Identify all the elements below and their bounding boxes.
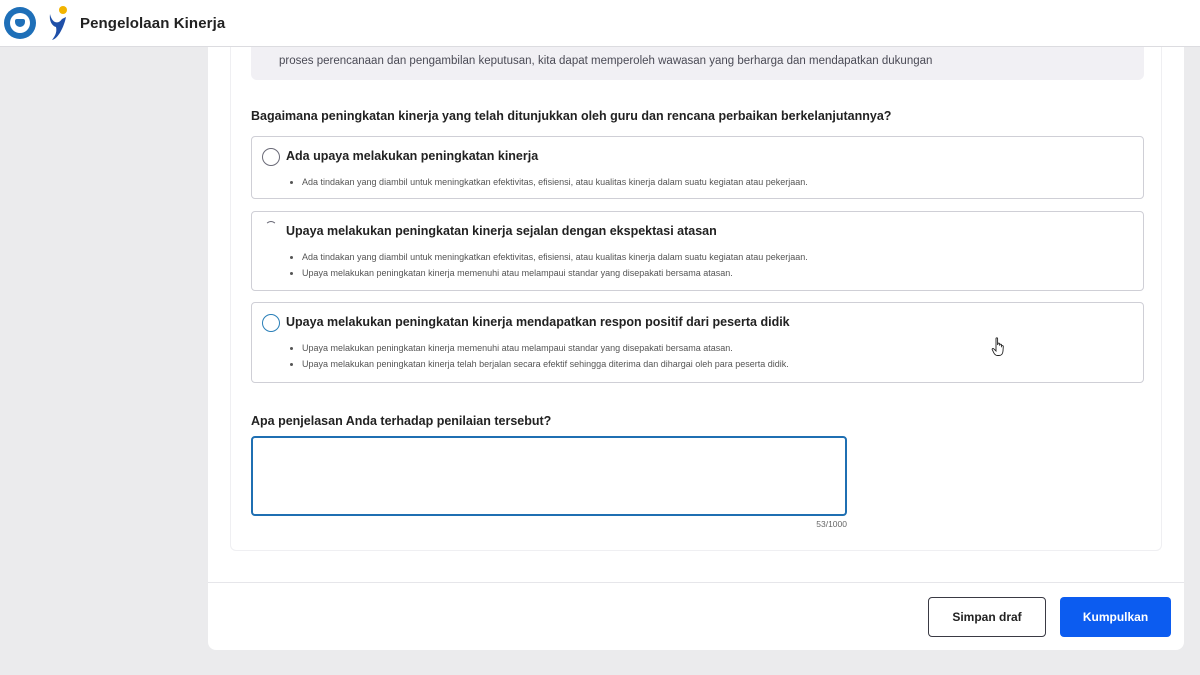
question-label: Bagaimana peningkatan kinerja yang telah… bbox=[251, 109, 892, 123]
hand-cursor-icon bbox=[991, 337, 1004, 356]
option-2[interactable]: Upaya melakukan peningkatan kinerja seja… bbox=[251, 211, 1144, 291]
option-bullet: Upaya melakukan peningkatan kinerja tela… bbox=[302, 356, 789, 372]
option-title: Ada upaya melakukan peningkatan kinerja bbox=[286, 149, 539, 163]
option-bullet: Ada tindakan yang diambil untuk meningka… bbox=[302, 249, 808, 265]
radio-button[interactable] bbox=[265, 221, 277, 233]
radio-button[interactable] bbox=[262, 314, 280, 332]
save-draft-button[interactable]: Simpan draf bbox=[928, 597, 1046, 637]
question-card: proses perencanaan dan pengambilan keput… bbox=[230, 47, 1162, 551]
option-bullet: Ada tindakan yang diambil untuk meningka… bbox=[302, 174, 808, 190]
option-bullet: Upaya melakukan peningkatan kinerja meme… bbox=[302, 340, 789, 356]
option-bullets: Ada tindakan yang diambil untuk meningka… bbox=[302, 174, 808, 190]
top-bar: Pengelolaan Kinerja bbox=[0, 0, 1200, 47]
option-title: Upaya melakukan peningkatan kinerja mend… bbox=[286, 315, 790, 329]
merdeka-mengajar-logo-icon bbox=[49, 6, 67, 40]
info-box: proses perencanaan dan pengambilan keput… bbox=[251, 47, 1144, 80]
explanation-textarea[interactable] bbox=[251, 436, 847, 516]
info-text: proses perencanaan dan pengambilan keput… bbox=[279, 55, 933, 67]
option-1[interactable]: Ada upaya melakukan peningkatan kinerja … bbox=[251, 136, 1144, 199]
kemendikbud-emblem-icon bbox=[4, 7, 36, 39]
option-title: Upaya melakukan peningkatan kinerja seja… bbox=[286, 224, 717, 238]
option-bullets: Ada tindakan yang diambil untuk meningka… bbox=[302, 249, 808, 281]
option-bullet: Upaya melakukan peningkatan kinerja meme… bbox=[302, 265, 808, 281]
option-bullets: Upaya melakukan peningkatan kinerja meme… bbox=[302, 340, 789, 372]
option-3[interactable]: Upaya melakukan peningkatan kinerja mend… bbox=[251, 302, 1144, 383]
main-panel: proses perencanaan dan pengambilan keput… bbox=[208, 47, 1184, 650]
character-counter: 53/1000 bbox=[816, 519, 847, 529]
submit-button[interactable]: Kumpulkan bbox=[1060, 597, 1171, 637]
radio-button[interactable] bbox=[262, 148, 280, 166]
app-title: Pengelolaan Kinerja bbox=[80, 14, 226, 32]
explanation-label: Apa penjelasan Anda terhadap penilaian t… bbox=[251, 414, 552, 428]
footer-divider bbox=[208, 582, 1184, 583]
